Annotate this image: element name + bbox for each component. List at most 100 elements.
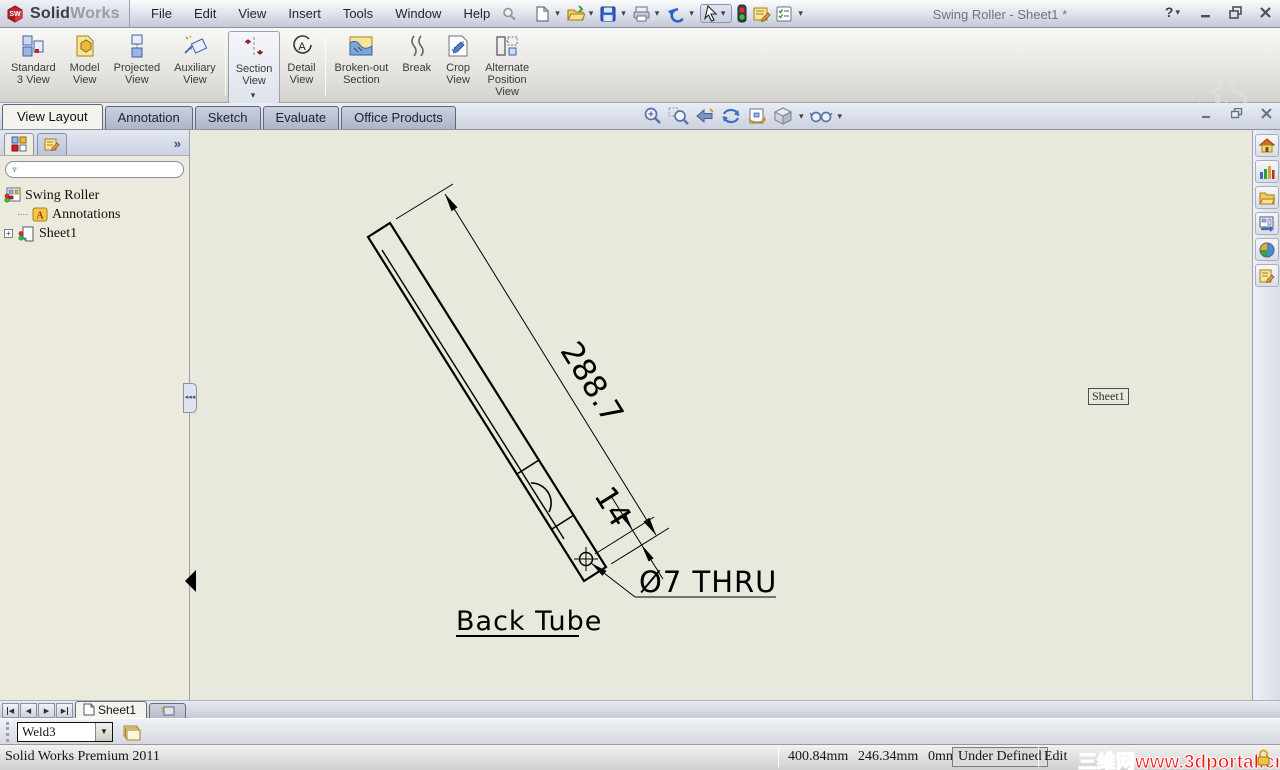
- search-icon[interactable]: [501, 6, 517, 22]
- sheet-format-tag[interactable]: Sheet1: [1088, 388, 1129, 405]
- feature-filter-input[interactable]: [22, 162, 177, 177]
- sheet1-tab[interactable]: Sheet1: [75, 701, 148, 718]
- zoom-area-icon[interactable]: [668, 106, 690, 126]
- solidworks-cube-icon: SW: [7, 4, 23, 23]
- zoom-fit-icon[interactable]: [642, 106, 664, 126]
- projected-view-button[interactable]: Projected View: [107, 31, 167, 88]
- dim-length-text[interactable]: 288.7: [553, 336, 631, 430]
- save-button[interactable]: [597, 4, 619, 24]
- view-label-text[interactable]: Back Tube: [456, 606, 602, 637]
- custom-properties-button[interactable]: [1254, 264, 1279, 287]
- auxiliary-view-button[interactable]: Auxiliary View: [167, 31, 223, 88]
- dropdown-caret[interactable]: ▾: [555, 8, 560, 19]
- standard-3-view-button[interactable]: Standard 3 View: [4, 31, 63, 88]
- dropdown-caret[interactable]: ▾: [251, 89, 256, 101]
- file-explorer-button[interactable]: [1254, 186, 1279, 209]
- layer-properties-button[interactable]: [121, 723, 141, 741]
- tree-item-sheet1[interactable]: + Sheet1: [4, 224, 189, 243]
- svg-text:A: A: [36, 211, 44, 222]
- panel-expand-chevron[interactable]: »: [174, 136, 185, 151]
- rebuild-button[interactable]: [734, 3, 750, 24]
- menu-insert[interactable]: Insert: [277, 2, 332, 25]
- panel-splitter-handle[interactable]: ◂◂◂: [183, 383, 197, 413]
- options-button[interactable]: [750, 4, 773, 24]
- hide-show-items-icon[interactable]: [808, 106, 833, 126]
- menu-window[interactable]: Window: [384, 2, 452, 25]
- previous-sheet-button[interactable]: ◀: [20, 703, 37, 718]
- tab-annotation[interactable]: Annotation: [104, 106, 193, 129]
- dropdown-caret[interactable]: ▾: [655, 8, 660, 19]
- dropdown-caret[interactable]: ▾: [689, 8, 694, 19]
- tree-item-root[interactable]: Swing Roller: [4, 186, 189, 205]
- ribbon-separator: [324, 34, 326, 96]
- tab-sketch[interactable]: Sketch: [194, 106, 261, 129]
- watermark-lock-icon: [1257, 749, 1270, 766]
- graphics-area[interactable]: 288.7 14 Ø7 THRU Back Tube Sheet1: [191, 130, 1252, 700]
- select-tool-button[interactable]: ▾: [699, 4, 733, 23]
- last-sheet-button[interactable]: ▶: [56, 703, 73, 718]
- close-button[interactable]: [1259, 6, 1272, 19]
- tree-item-annotations[interactable]: A Annotations: [4, 205, 189, 224]
- home-icon: [1258, 137, 1275, 152]
- sheet-tab-bar: ◀ ◀ ▶ ▶ Sheet1: [0, 700, 1280, 718]
- first-sheet-button[interactable]: ◀: [2, 703, 19, 718]
- toolbar-grip[interactable]: [6, 721, 9, 742]
- menu-file[interactable]: File: [140, 2, 183, 25]
- task-list-button[interactable]: [773, 4, 796, 24]
- sheet-icon: [18, 226, 34, 242]
- 3d-drawing-view-icon[interactable]: [746, 106, 768, 126]
- layer-dropdown-button[interactable]: ▼: [95, 722, 112, 741]
- doc-minimize-button[interactable]: [1202, 108, 1213, 119]
- tree-expander[interactable]: +: [4, 229, 13, 238]
- doc-close-button[interactable]: [1261, 108, 1272, 119]
- break-button[interactable]: Break: [395, 31, 438, 76]
- tab-view-layout[interactable]: View Layout: [2, 104, 103, 129]
- menu-view[interactable]: View: [227, 2, 277, 25]
- menu-help[interactable]: Help: [452, 2, 501, 25]
- view-settings-icon[interactable]: [772, 106, 794, 126]
- tab-evaluate[interactable]: Evaluate: [262, 106, 340, 129]
- next-sheet-button[interactable]: ▶: [38, 703, 55, 718]
- model-view-button[interactable]: Model View: [63, 31, 107, 88]
- resources-home-button[interactable]: [1254, 134, 1279, 157]
- dropdown-caret[interactable]: ▾: [621, 8, 626, 19]
- open-button[interactable]: [564, 4, 587, 24]
- status-divider: [778, 747, 779, 767]
- menu-edit[interactable]: Edit: [183, 2, 227, 25]
- dropdown-caret[interactable]: ▾: [721, 8, 726, 19]
- view-palette-button[interactable]: [1254, 212, 1279, 235]
- rotate-view-icon[interactable]: [720, 106, 742, 126]
- design-library-button[interactable]: [1254, 160, 1279, 183]
- previous-view-icon[interactable]: [694, 106, 716, 126]
- help-button[interactable]: ?: [1165, 4, 1174, 20]
- document-window-controls: [1202, 108, 1272, 119]
- menu-tools[interactable]: Tools: [332, 2, 384, 25]
- minimize-button[interactable]: [1200, 6, 1213, 19]
- layer-combobox[interactable]: Weld3 ▼: [17, 721, 113, 742]
- dropdown-caret[interactable]: ▾: [838, 111, 843, 122]
- restore-button[interactable]: [1229, 5, 1243, 19]
- crop-view-button[interactable]: Crop View: [438, 31, 478, 88]
- section-view-button[interactable]: Section View ▾: [227, 31, 281, 104]
- dropdown-caret[interactable]: ▾: [589, 8, 594, 19]
- undo-button[interactable]: [663, 4, 687, 24]
- alternate-position-view-button[interactable]: Alternate Position View: [478, 31, 536, 100]
- dropdown-caret[interactable]: ▾: [798, 8, 803, 19]
- propertymanager-tab[interactable]: [37, 132, 67, 155]
- dropdown-caret[interactable]: ▾: [1175, 7, 1180, 18]
- add-sheet-tab[interactable]: [149, 703, 187, 718]
- appearances-button[interactable]: [1254, 238, 1279, 261]
- hole-note-text[interactable]: Ø7 THRU: [639, 565, 777, 599]
- print-button[interactable]: [630, 4, 653, 24]
- new-document-button[interactable]: [531, 4, 553, 24]
- dropdown-caret[interactable]: ▾: [799, 111, 804, 122]
- panel-tab-bar: »: [0, 130, 189, 156]
- feature-filter[interactable]: [5, 161, 184, 178]
- detail-view-button[interactable]: A Detail View: [280, 31, 322, 88]
- tab-office-products[interactable]: Office Products: [341, 106, 456, 129]
- broken-out-section-button[interactable]: Broken-out Section: [328, 31, 396, 88]
- doc-restore-button[interactable]: [1231, 108, 1243, 119]
- dim-length-line: [444, 193, 657, 536]
- featuremanager-tree-tab[interactable]: [4, 132, 34, 155]
- layers-stack-icon: [123, 725, 141, 740]
